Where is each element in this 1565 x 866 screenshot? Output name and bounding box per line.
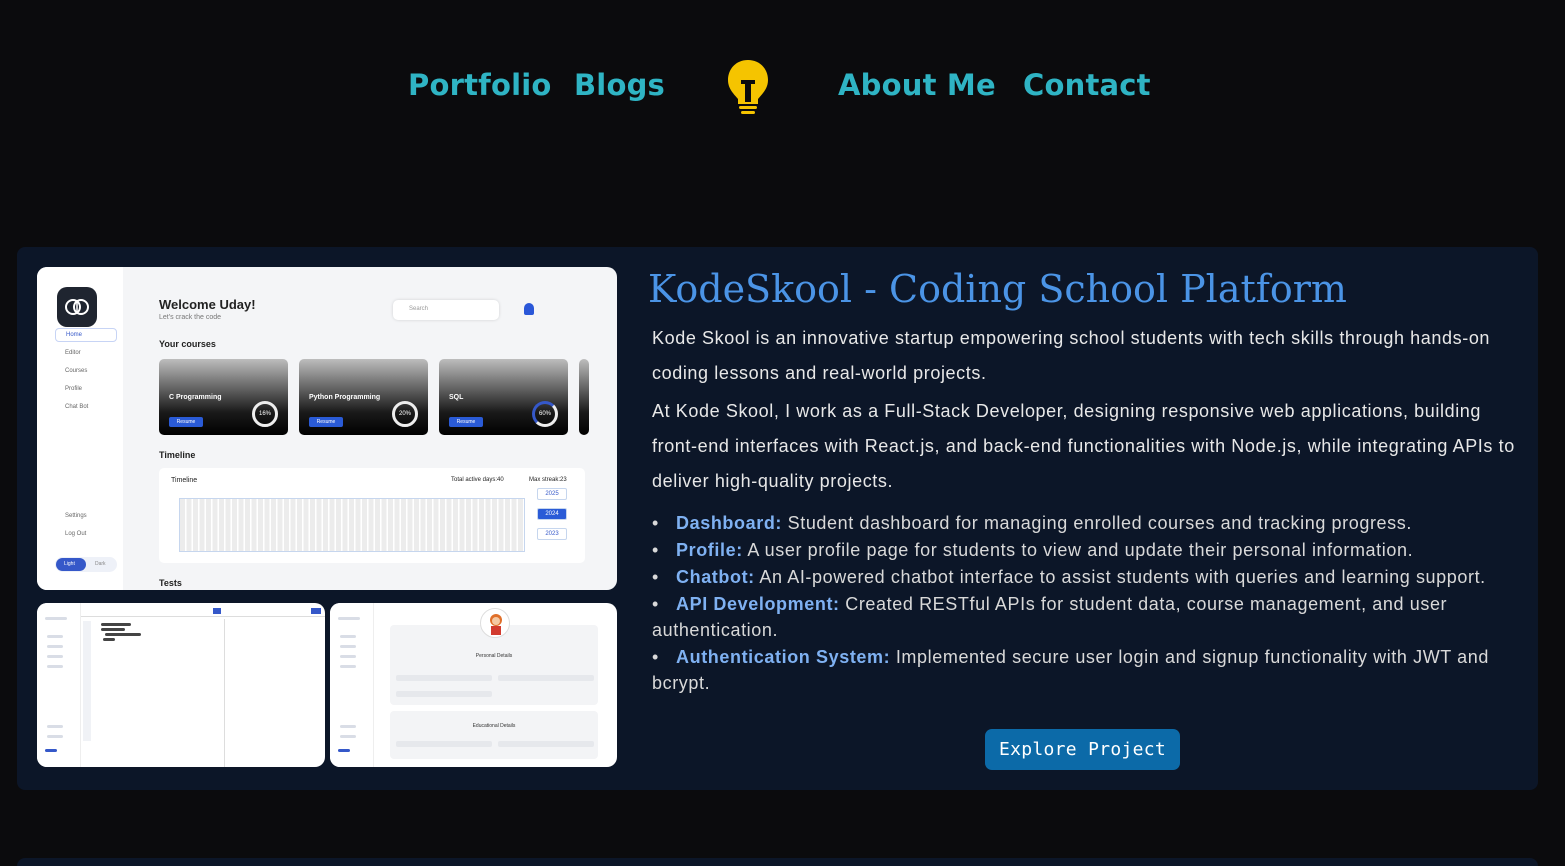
welcome-heading: Welcome Uday! [159,297,256,312]
next-card-edge [17,858,1538,866]
tests-heading: Tests [159,578,182,588]
resume-button: Resume [309,417,343,427]
active-days: Total active days:40 [451,477,504,483]
personal-details-heading: Personal Details [475,653,513,659]
feature-text: Student dashboard for managing enrolled … [782,513,1412,533]
feature-label: Authentication System: [676,647,891,667]
progress-ring: 60% [532,401,558,427]
resume-button: Resume [449,417,483,427]
sidebar-item-courses: Courses [65,368,88,374]
resume-button: Resume [169,417,203,427]
feature-label: Dashboard: [676,513,783,533]
project-title: KodeSkool - Coding School Platform [648,267,1347,311]
feature-item: • Authentication System: Implemented secu… [652,647,1489,693]
feature-label: Profile: [676,540,743,560]
feature-list: • Dashboard: Student dashboard for managi… [652,510,1512,697]
timeline-panel: Timeline Total active days:40 Max streak… [159,468,585,563]
bell-icon [524,303,534,315]
course-name: Python Programming [309,394,381,401]
project-description-2: At Kode Skool, I work as a Full-Stack De… [652,401,1515,491]
course-name: C Programming [169,394,222,401]
mini-search-input: Search [393,300,499,320]
max-streak: Max streak:23 [529,477,567,483]
course-card: SQL Resume 60% [439,359,568,435]
year-2024: 2024 [537,508,567,520]
profile-screenshot[interactable]: Personal Details Educational Details [330,603,617,767]
feature-item: • API Development: Created RESTful APIs f… [652,594,1448,640]
project-card: Home Editor Courses Profile Chat Bot Set… [17,247,1538,790]
explore-project-button[interactable]: Explore Project [985,729,1180,770]
top-nav: Portfolio Blogs About Me Contact [0,52,1565,122]
mini-sidebar [37,603,81,767]
sidebar-item-home: Home [55,328,117,342]
educational-details-heading: Educational Details [472,723,516,729]
nav-about-me[interactable]: About Me [838,68,996,102]
theme-dark: Dark [95,561,106,567]
timeline-heading: Timeline [159,450,196,460]
theme-light: Light [56,558,86,571]
activity-grid [179,498,525,552]
feature-item: • Chatbot: An AI-powered chatbot interfac… [652,567,1486,587]
feature-item: • Dashboard: Student dashboard for managi… [652,513,1412,533]
sidebar-item-settings: Settings [65,513,87,519]
feature-text: An AI-powered chatbot interface to assis… [754,567,1486,587]
feature-item: • Profile: A user profile page for studen… [652,540,1414,560]
year-2023: 2023 [537,528,567,540]
feature-label: API Development: [676,594,840,614]
mini-sidebar [330,603,374,767]
year-2025: 2025 [537,488,567,500]
theme-toggle: Light Dark [55,557,117,572]
sidebar-item-log-out: Log Out [65,531,87,537]
course-name: SQL [449,394,464,401]
timeline-label: Timeline [171,477,198,484]
welcome-subtitle: Let's crack the code [159,314,222,321]
editor-screenshot[interactable] [37,603,325,767]
sidebar-item-profile: Profile [65,386,83,392]
progress-ring: 20% [392,401,418,427]
nav-contact[interactable]: Contact [1023,68,1151,102]
avatar [480,608,510,638]
course-card-partial [579,359,589,435]
progress-ring: 16% [252,401,278,427]
mini-sidebar: Home Editor Courses Profile Chat Bot Set… [37,267,123,590]
feature-text: A user profile page for students to view… [742,540,1414,560]
your-courses-heading: Your courses [159,339,216,349]
course-card: C Programming Resume 16% [159,359,288,435]
project-description-1: Kode Skool is an innovative startup empo… [652,328,1491,383]
nav-portfolio[interactable]: Portfolio [408,68,552,102]
sidebar-item-editor: Editor [65,350,81,356]
lightbulb-icon[interactable] [726,58,770,116]
brain-logo-icon [57,287,97,327]
course-card: Python Programming Resume 20% [299,359,428,435]
nav-blogs[interactable]: Blogs [574,68,665,102]
sidebar-item-chat-bot: Chat Bot [65,404,89,410]
feature-label: Chatbot: [676,567,755,587]
dashboard-screenshot[interactable]: Home Editor Courses Profile Chat Bot Set… [37,267,617,590]
